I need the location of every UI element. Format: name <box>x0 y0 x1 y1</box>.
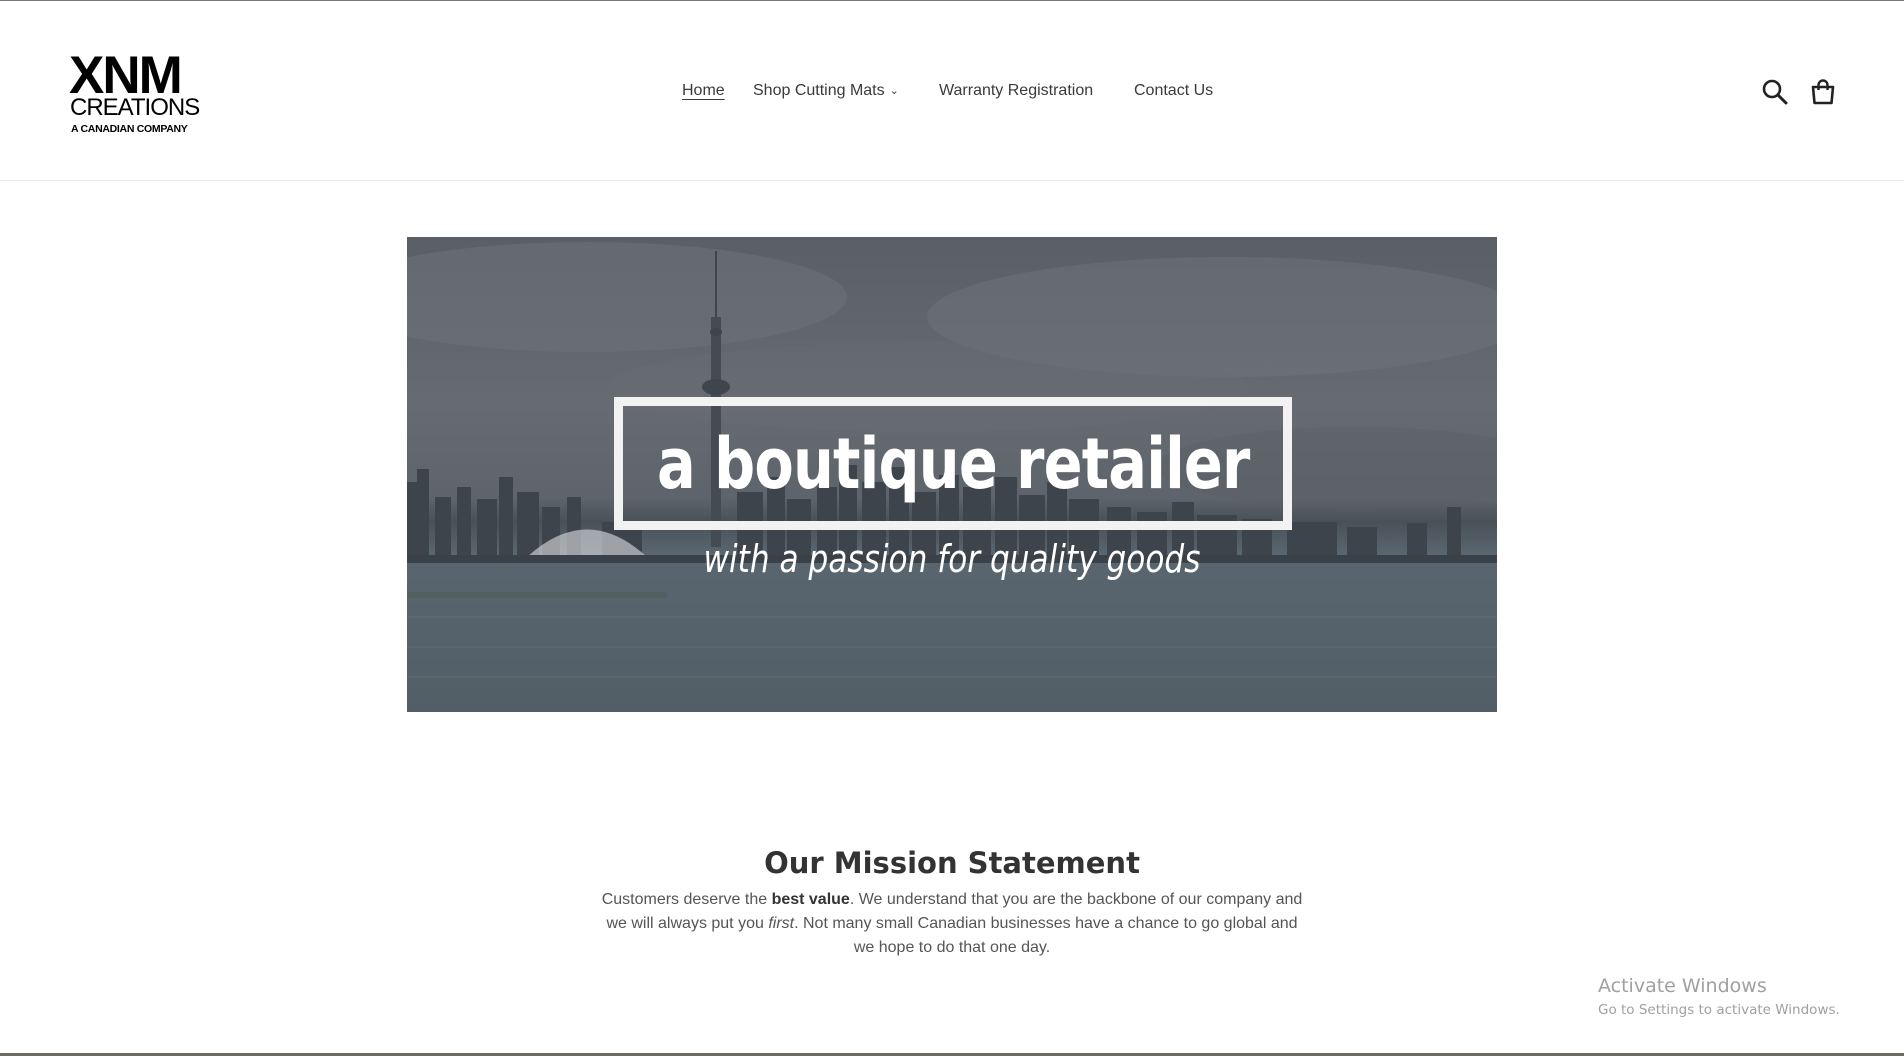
mission-text: Customers deserve the best value. We und… <box>600 888 1304 960</box>
nav-home[interactable]: Home <box>682 81 725 101</box>
nav-contact-us[interactable]: Contact Us <box>1134 81 1213 101</box>
watermark-line-2: Go to Settings to activate Windows. <box>1598 1002 1840 1018</box>
mission-text-part-1: Customers deserve the <box>601 891 772 908</box>
search-icon[interactable] <box>1761 78 1789 106</box>
hero-title: a boutique retailer <box>656 422 1250 505</box>
mission-italic-text: first <box>768 915 795 932</box>
logo-line-3: A CANADIAN COMPANY <box>71 123 188 135</box>
chevron-down-icon: ⌄ <box>889 85 899 97</box>
site-header: XNM CREATIONS A CANADIAN COMPANY Home Sh… <box>0 1 1904 181</box>
mission-text-part-3: . Not many small Canadian businesses hav… <box>794 915 1298 956</box>
cart-icon[interactable] <box>1809 78 1837 106</box>
mission-title: Our Mission Statement <box>764 846 1140 881</box>
hero-banner[interactable]: a boutique retailer with a passion for q… <box>407 237 1497 712</box>
hero-subtitle: with a passion for quality goods <box>703 537 1201 581</box>
nav-warranty-registration[interactable]: Warranty Registration <box>939 81 1093 101</box>
activate-windows-watermark: Activate Windows Go to Settings to activ… <box>1598 974 1840 1019</box>
main-nav: Home Shop Cutting Mats ⌄ Warranty Registr… <box>0 81 1904 105</box>
nav-shop-cutting-mats[interactable]: Shop Cutting Mats ⌄ <box>753 81 899 101</box>
hero-title-box: a boutique retailer <box>614 397 1292 530</box>
watermark-line-1: Activate Windows <box>1598 975 1767 997</box>
mission-bold-text: best value <box>771 891 850 908</box>
nav-shop-label: Shop Cutting Mats <box>753 82 885 99</box>
